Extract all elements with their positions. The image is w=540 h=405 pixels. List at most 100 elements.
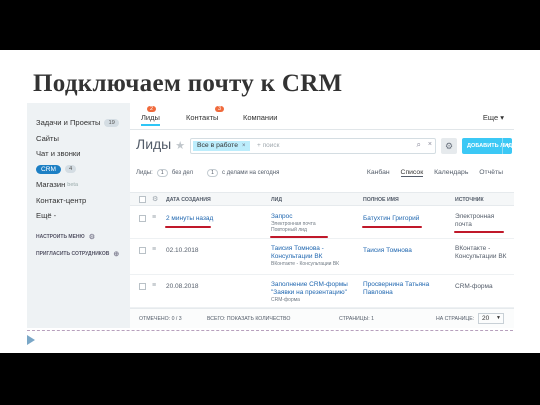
menu-icon[interactable]: ≡: [152, 282, 156, 289]
cell-name[interactable]: Просвернина Татьяна Павловна: [363, 281, 443, 297]
beta-label: beta: [67, 181, 79, 188]
selected-count: ОТМЕЧЕНО: 0 / 3: [139, 316, 182, 322]
cell-date[interactable]: 2 минуты назад: [166, 215, 213, 223]
column-header-lead[interactable]: ЛИД: [271, 197, 282, 203]
cell-source: ВКонтакте - Консультации ВК: [455, 245, 507, 260]
tab-label: Лиды: [141, 113, 160, 122]
row-checkbox[interactable]: [139, 283, 146, 290]
settings-button[interactable]: ⚙: [441, 138, 457, 154]
filter-search-bar[interactable]: Все в работе × + поиск ⌕ ×: [190, 138, 436, 154]
row-checkbox[interactable]: [139, 247, 146, 254]
today-label: с делами на сегодня: [222, 170, 280, 176]
crm-screenshot: Задачи и Проекты 19 Сайты Чат и звонки C…: [27, 103, 514, 328]
crm-count-badge: 4: [65, 165, 77, 174]
add-user-icon: ⊕: [113, 251, 120, 258]
view-kanban[interactable]: Канбан: [367, 169, 390, 176]
invite-employees-button[interactable]: ПРИГЛАСИТЬ СОТРУДНИКОВ ⊕: [27, 246, 130, 263]
table-row[interactable]: ≡ 2 минуты назад Запрос Электронная почт…: [130, 207, 514, 239]
clear-icon[interactable]: ×: [428, 141, 432, 148]
sidebar-item-more[interactable]: Ещё -: [27, 208, 130, 224]
star-icon[interactable]: ★: [175, 140, 185, 152]
settings-icon[interactable]: ⚙: [152, 195, 158, 203]
sidebar-item-sites[interactable]: Сайты: [27, 131, 130, 147]
sidebar-item-label: Ещё -: [36, 211, 57, 221]
lead-title[interactable]: Таисия Томнова - Консультации ВК: [271, 245, 357, 261]
page-title-text: Лиды: [136, 136, 172, 152]
today-count[interactable]: 1: [206, 169, 219, 177]
sidebar-item-shop[interactable]: Магазин beta: [27, 177, 130, 193]
slide-title: Подключаем почту к CRM: [33, 70, 343, 97]
cell-source: Электронная почта: [455, 213, 495, 228]
table-row[interactable]: ≡ 02.10.2018 Таисия Томнова - Консультац…: [130, 239, 514, 275]
sidebar-item-contact-center[interactable]: Контакт-центр: [27, 193, 130, 209]
cell-date: 02.10.2018: [166, 247, 199, 254]
tab-companies[interactable]: Компании: [243, 113, 277, 122]
per-page-label: НА СТРАНИЦЕ:: [436, 316, 475, 322]
sidebar-item-label: Магазин: [36, 180, 66, 190]
lead-repeat-tag: Повторный лид: [271, 227, 307, 233]
lead-counters: Лиды: 1 без дел 1 с делами на сегодня: [136, 169, 279, 177]
main-panel: 2 Лиды 3 Контакты Компании Еще ▾ Лиды ★ В…: [130, 103, 514, 328]
chevron-down-icon: ▼: [496, 315, 501, 321]
lead-channel: CRM-форма: [271, 297, 300, 303]
sidebar-item-label: Задачи и Проекты: [36, 118, 101, 128]
triangle-bullet-icon: [27, 335, 35, 345]
invite-label: ПРИГЛАСИТЬ СОТРУДНИКОВ: [36, 251, 110, 257]
menu-icon[interactable]: ≡: [152, 246, 156, 253]
table-footer: ОТМЕЧЕНО: 0 / 3 ВСЕГО: ПОКАЗАТЬ КОЛИЧЕСТ…: [130, 308, 514, 328]
cell-lead[interactable]: Запрос Электронная почта Повторный лид: [271, 213, 357, 233]
chevron-down-icon[interactable]: ▼: [502, 138, 512, 154]
sidebar-item-crm[interactable]: CRM 4: [27, 162, 130, 178]
configure-menu-label: НАСТРОИТЬ МЕНЮ: [36, 234, 85, 240]
cell-date: 20.08.2018: [166, 283, 199, 290]
contacts-badge: 3: [215, 106, 225, 112]
gear-icon: ⚙: [444, 141, 454, 151]
more-menu[interactable]: Еще ▾: [483, 113, 504, 122]
cell-name[interactable]: Батухтин Григорий: [363, 215, 449, 223]
sidebar-item-tasks[interactable]: Задачи и Проекты 19: [27, 115, 130, 131]
tab-leads[interactable]: 2 Лиды: [141, 106, 160, 126]
sidebar-item-chats[interactable]: Чат и звонки: [27, 146, 130, 162]
cell-lead[interactable]: Заполнение CRM-формы "Заявки на презента…: [271, 281, 357, 303]
view-list[interactable]: Список: [400, 169, 424, 177]
lead-channel: ВКонтакте - Консультации ВК: [271, 261, 340, 267]
view-switcher: Канбан Список Календарь Отчёты: [358, 169, 503, 177]
table-row[interactable]: ≡ 20.08.2018 Заполнение CRM-формы "Заявк…: [130, 275, 514, 308]
search-input[interactable]: + поиск: [257, 142, 279, 149]
sidebar-item-label: Сайты: [36, 133, 59, 143]
lead-title[interactable]: Заполнение CRM-формы "Заявки на презента…: [271, 281, 357, 297]
filter-tag-label: Все в работе: [197, 142, 239, 149]
tab-contacts[interactable]: 3 Контакты: [186, 106, 225, 122]
lead-title[interactable]: Запрос: [271, 213, 357, 221]
select-all-checkbox[interactable]: [139, 196, 146, 203]
close-icon[interactable]: ×: [242, 143, 246, 149]
cell-lead[interactable]: Таисия Томнова - Консультации ВК ВКонтак…: [271, 245, 357, 267]
column-header-source[interactable]: ИСТОЧНИК: [455, 197, 484, 203]
view-calendar[interactable]: Календарь: [434, 169, 468, 176]
per-page-select[interactable]: 20 ▼: [478, 313, 504, 324]
row-checkbox[interactable]: [139, 215, 146, 222]
tab-label: Компании: [243, 113, 278, 122]
no-deal-count[interactable]: 1: [156, 169, 168, 177]
show-total-link[interactable]: ВСЕГО: ПОКАЗАТЬ КОЛИЧЕСТВО: [207, 316, 290, 322]
view-reports[interactable]: Отчёты: [479, 169, 503, 176]
add-lead-button[interactable]: ДОБАВИТЬ ЛИД ▼: [462, 138, 512, 154]
menu-icon[interactable]: ≡: [152, 214, 156, 221]
configure-menu-button[interactable]: НАСТРОИТЬ МЕНЮ ⚙: [27, 229, 130, 246]
column-header-date[interactable]: ДАТА СОЗДАНИЯ: [166, 197, 211, 203]
column-header-name[interactable]: ПОЛНОЕ ИМЯ: [363, 197, 399, 203]
sidebar-item-label: Чат и звонки: [36, 149, 81, 159]
page-title: Лиды ★: [136, 136, 185, 152]
counters-prefix: Лиды:: [136, 170, 153, 176]
per-page-value: 20: [482, 315, 490, 322]
search-icon[interactable]: ⌕: [417, 140, 421, 150]
slide: Подключаем почту к CRM Задачи и Проекты …: [0, 50, 540, 353]
tab-label: Контакты: [186, 113, 219, 122]
table-header: ⚙ ДАТА СОЗДАНИЯ ЛИД ПОЛНОЕ ИМЯ ИСТОЧНИК: [130, 192, 514, 206]
filter-tag[interactable]: Все в работе ×: [193, 141, 250, 151]
leads-badge: 2: [147, 106, 157, 112]
cell-name[interactable]: Таисия Томнова: [363, 247, 449, 255]
top-nav: 2 Лиды 3 Контакты Компании Еще ▾: [130, 103, 514, 130]
highlight-underline: [454, 231, 504, 233]
cell-source: CRM-форма: [455, 283, 493, 290]
